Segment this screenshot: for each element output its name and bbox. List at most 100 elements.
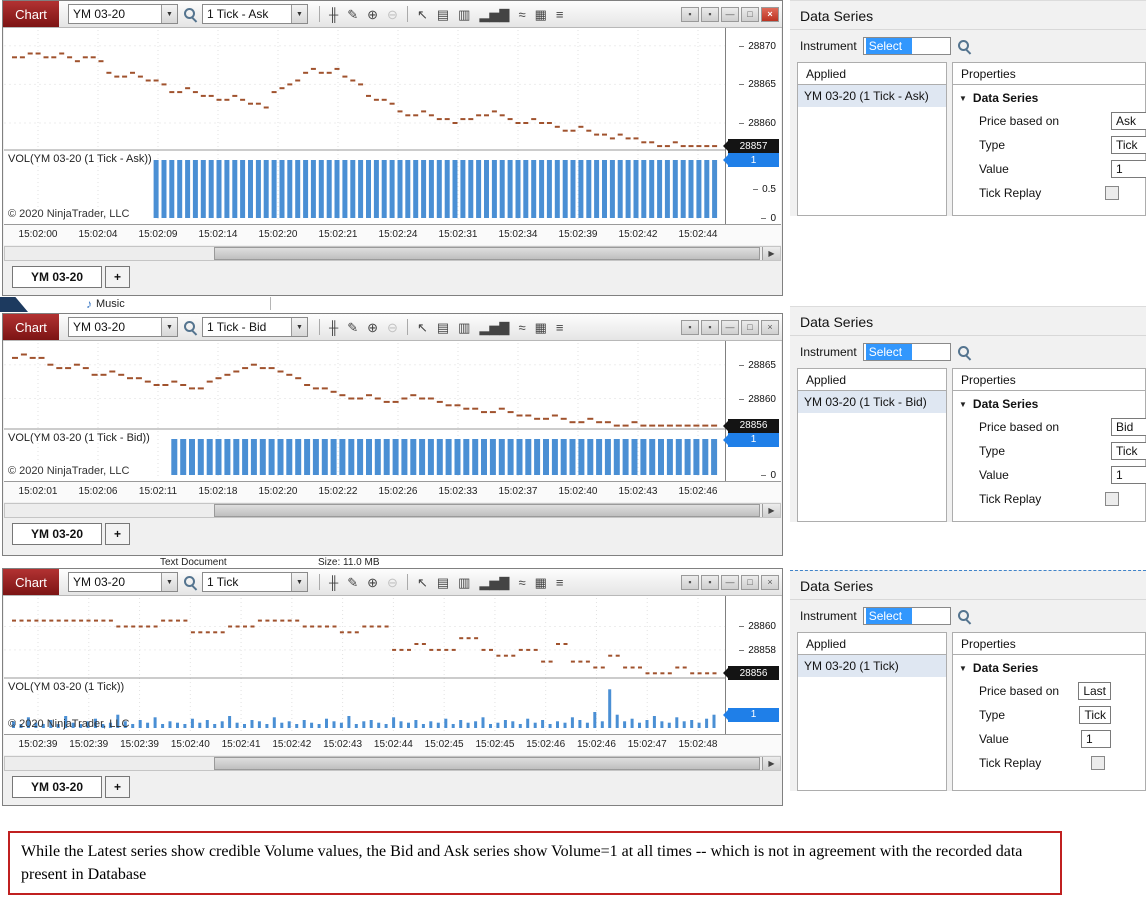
line-style-icon[interactable]: ≈ xyxy=(518,321,525,334)
cursor-icon[interactable]: ↖ xyxy=(417,576,428,589)
horizontal-scrollbar[interactable]: ▶ xyxy=(4,503,781,518)
page-icon[interactable]: ▤ xyxy=(437,321,449,334)
search-icon[interactable] xyxy=(183,575,197,589)
collapse-triangle-icon[interactable]: ▼ xyxy=(959,400,967,409)
instrument-select[interactable]: YM 03-20 ▼ xyxy=(68,317,178,337)
maximize-button[interactable]: □ xyxy=(741,319,759,335)
line-style-icon[interactable]: ≈ xyxy=(518,8,525,21)
draw-tools-icon[interactable]: ✎ xyxy=(347,576,358,589)
minimize-button[interactable]: — xyxy=(721,6,739,22)
price-axis[interactable]: 28860 28858 28856 1 xyxy=(723,596,781,734)
collapse-triangle-icon[interactable]: ▼ xyxy=(959,664,967,673)
series-select[interactable]: 1 Tick ▼ xyxy=(202,572,308,592)
scrollbar-thumb[interactable] xyxy=(214,757,760,770)
interval-link-button[interactable]: ▪ xyxy=(701,574,719,590)
cursor-icon[interactable]: ↖ xyxy=(417,321,428,334)
price-axis[interactable]: 28870 28865 28860 0.5 0 28857 1 xyxy=(723,28,781,224)
search-icon[interactable] xyxy=(957,345,971,359)
maximize-button[interactable]: □ xyxy=(741,6,759,22)
data-series-section-header[interactable]: ▼ Data Series xyxy=(953,393,1145,415)
close-button[interactable]: × xyxy=(761,574,779,590)
tick-replay-checkbox[interactable] xyxy=(1105,186,1119,200)
close-button[interactable]: × xyxy=(761,319,779,335)
property-value-field[interactable]: Last xyxy=(1078,682,1111,700)
tab-ym-03-20[interactable]: YM 03-20 xyxy=(12,266,103,288)
horizontal-scrollbar[interactable]: ▶ xyxy=(4,246,781,261)
draw-tools-icon[interactable]: ✎ xyxy=(347,321,358,334)
tab-ym-03-20[interactable]: YM 03-20 xyxy=(12,523,103,545)
instrument-link-button[interactable]: ▪ xyxy=(681,574,699,590)
strategies-icon[interactable]: ▦ xyxy=(535,8,547,21)
tick-replay-checkbox[interactable] xyxy=(1091,756,1105,770)
instrument-select[interactable]: YM 03-20 ▼ xyxy=(68,572,178,592)
instrument-link-button[interactable]: ▪ xyxy=(681,319,699,335)
scroll-right-button[interactable]: ▶ xyxy=(762,757,780,770)
search-icon[interactable] xyxy=(957,609,971,623)
instrument-link-button[interactable]: ▪ xyxy=(681,6,699,22)
close-button[interactable]: × xyxy=(761,6,779,22)
property-value-field[interactable]: 1 xyxy=(1081,730,1111,748)
bar-chart-icon[interactable]: ▂▅▇ xyxy=(479,576,509,589)
zoom-in-icon[interactable]: ⊕ xyxy=(367,576,378,589)
page-icon[interactable]: ▤ xyxy=(437,8,449,21)
chart-area[interactable]: VOL(YM 03-20 (1 Tick - Bid)) © 2020 Ninj… xyxy=(4,341,781,482)
property-value-field[interactable]: 1 xyxy=(1111,160,1146,178)
chart-area[interactable]: VOL(YM 03-20 (1 Tick)) © 2020 NinjaTrade… xyxy=(4,596,781,735)
zoom-in-icon[interactable]: ⊕ xyxy=(367,8,378,21)
chart-menu-button[interactable]: Chart xyxy=(3,314,59,340)
property-value-field[interactable]: Tick xyxy=(1111,136,1146,154)
indicators-icon[interactable]: ╫ xyxy=(329,321,338,334)
chart-menu-button[interactable]: Chart xyxy=(3,1,59,27)
line-style-icon[interactable]: ≈ xyxy=(518,576,525,589)
data-series-section-header[interactable]: ▼ Data Series xyxy=(953,87,1145,109)
indicators-icon[interactable]: ╫ xyxy=(329,576,338,589)
applied-list[interactable]: YM 03-20 (1 Tick - Ask) xyxy=(797,85,947,216)
maximize-button[interactable]: □ xyxy=(741,574,759,590)
series-select[interactable]: 1 Tick - Bid ▼ xyxy=(202,317,308,337)
interval-link-button[interactable]: ▪ xyxy=(701,319,719,335)
property-value-field[interactable]: Tick xyxy=(1079,706,1111,724)
properties-list-icon[interactable]: ≡ xyxy=(556,8,564,21)
chart-menu-button[interactable]: Chart xyxy=(3,569,59,595)
add-tab-button[interactable]: + xyxy=(105,266,131,288)
instrument-select[interactable]: YM 03-20 ▼ xyxy=(68,4,178,24)
property-value-field[interactable]: Ask xyxy=(1111,112,1146,130)
indicators-icon[interactable]: ╫ xyxy=(329,8,338,21)
strategies-icon[interactable]: ▦ xyxy=(535,321,547,334)
scrollbar-thumb[interactable] xyxy=(214,247,760,260)
applied-list[interactable]: YM 03-20 (1 Tick - Bid) xyxy=(797,391,947,522)
tick-replay-checkbox[interactable] xyxy=(1105,492,1119,506)
applied-item[interactable]: YM 03-20 (1 Tick - Bid) xyxy=(798,391,946,413)
chart-panel-icon[interactable]: ▥ xyxy=(458,321,470,334)
applied-list[interactable]: YM 03-20 (1 Tick) xyxy=(797,655,947,791)
minimize-button[interactable]: — xyxy=(721,319,739,335)
add-tab-button[interactable]: + xyxy=(105,523,131,545)
chart-area[interactable]: VOL(YM 03-20 (1 Tick - Ask)) © 2020 Ninj… xyxy=(4,28,781,225)
tab-ym-03-20[interactable]: YM 03-20 xyxy=(12,776,103,798)
draw-tools-icon[interactable]: ✎ xyxy=(347,8,358,21)
property-value-field[interactable]: Bid xyxy=(1111,418,1146,436)
bar-chart-icon[interactable]: ▂▅▇ xyxy=(479,8,509,21)
search-icon[interactable] xyxy=(183,7,197,21)
properties-list-icon[interactable]: ≡ xyxy=(556,321,564,334)
search-icon[interactable] xyxy=(183,320,197,334)
zoom-in-icon[interactable]: ⊕ xyxy=(367,321,378,334)
chart-panel-icon[interactable]: ▥ xyxy=(458,576,470,589)
applied-item[interactable]: YM 03-20 (1 Tick - Ask) xyxy=(798,85,946,107)
series-select[interactable]: 1 Tick - Ask ▼ xyxy=(202,4,308,24)
property-value-field[interactable]: 1 xyxy=(1111,466,1146,484)
explorer-music-item[interactable]: ♪ Music xyxy=(86,297,125,311)
bar-chart-icon[interactable]: ▂▅▇ xyxy=(479,321,509,334)
properties-list-icon[interactable]: ≡ xyxy=(556,576,564,589)
minimize-button[interactable]: — xyxy=(721,574,739,590)
cursor-icon[interactable]: ↖ xyxy=(417,8,428,21)
search-icon[interactable] xyxy=(957,39,971,53)
collapse-triangle-icon[interactable]: ▼ xyxy=(959,94,967,103)
instrument-search-field[interactable]: Select xyxy=(862,343,951,361)
horizontal-scrollbar[interactable]: ▶ xyxy=(4,756,781,771)
scrollbar-thumb[interactable] xyxy=(214,504,760,517)
chart-panel-icon[interactable]: ▥ xyxy=(458,8,470,21)
price-axis[interactable]: 28865 28860 0 28856 1 xyxy=(723,341,781,481)
strategies-icon[interactable]: ▦ xyxy=(535,576,547,589)
instrument-search-field[interactable]: Select xyxy=(862,37,951,55)
